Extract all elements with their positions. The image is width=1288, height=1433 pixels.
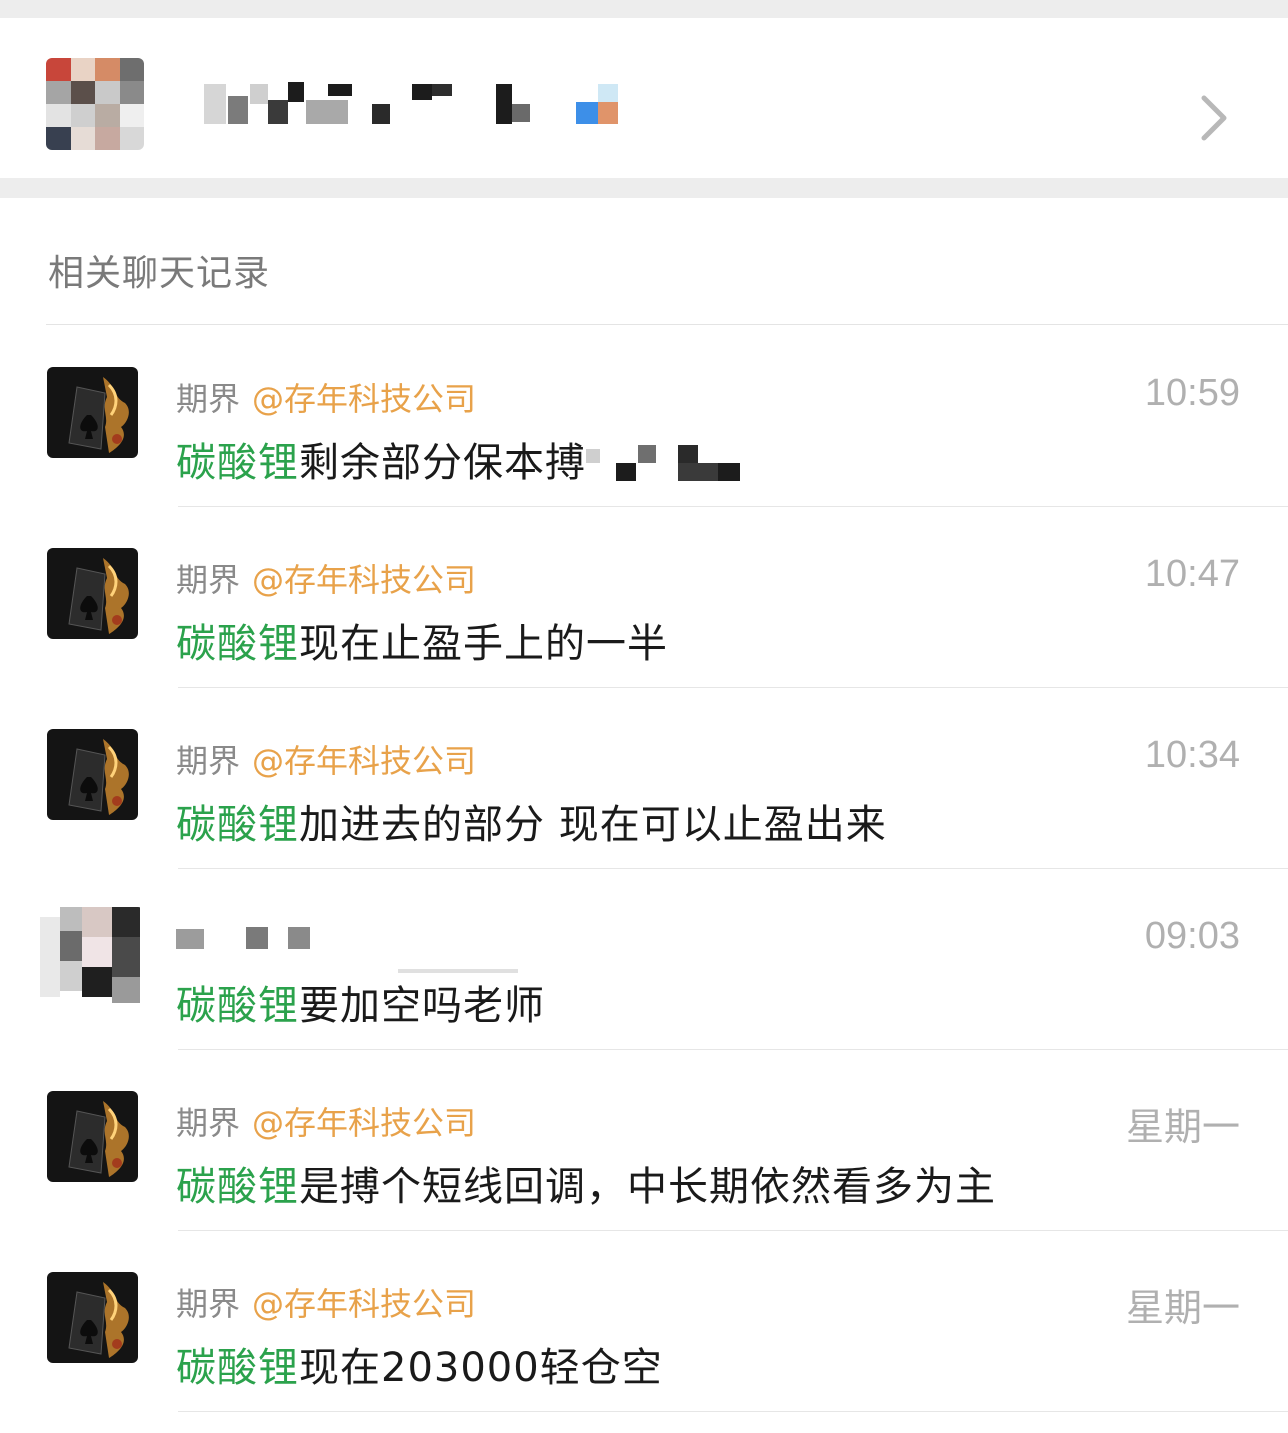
message-time: 10:59 — [1144, 372, 1240, 414]
message-body: 加进去的部分 现在可以止盈出来 — [299, 802, 887, 848]
avatar — [47, 1091, 138, 1182]
spade-ace-avatar-icon — [47, 729, 138, 820]
chevron-right-icon[interactable] — [1196, 94, 1232, 142]
spade-ace-avatar-icon — [47, 367, 138, 458]
mention-text: @存年科技公司 — [252, 561, 477, 599]
chat-record-item[interactable]: 期界 @存年科技公司 星期一碳酸锂是搏个短线回调，中长期依然看多为主 — [0, 1050, 1288, 1231]
highlighted-keyword: 碳酸锂 — [176, 1345, 299, 1391]
sender-line: 期界 @存年科技公司 — [176, 374, 476, 420]
chat-record-item[interactable]: 期界 @存年科技公司 星期一碳酸锂现在203000轻仓空 — [0, 1231, 1288, 1412]
sender-name: 期界 — [176, 561, 241, 599]
chat-record-item[interactable]: 期界 @存年科技公司 10:59 碳酸锂剩余部分保本搏 — [0, 326, 1288, 507]
highlighted-keyword: 碳酸锂 — [176, 1164, 299, 1210]
highlighted-keyword: 碳酸锂 — [176, 621, 299, 667]
spade-ace-avatar-icon — [47, 1091, 138, 1182]
group-header[interactable] — [0, 18, 1288, 178]
message-text: 碳酸锂加进去的部分 现在可以止盈出来 — [176, 792, 887, 850]
sender-line: 期界 @存年科技公司 — [176, 1098, 476, 1144]
mention-text: @存年科技公司 — [252, 742, 477, 780]
mention-text: @存年科技公司 — [252, 1104, 477, 1142]
group-avatar — [46, 58, 144, 150]
message-body: 现在203000轻仓空 — [299, 1345, 663, 1391]
message-text: 碳酸锂要加空吗老师 — [176, 973, 545, 1031]
sender-name: 期界 — [176, 1285, 241, 1323]
chat-record-item[interactable]: 期界 @存年科技公司 10:34 碳酸锂加进去的部分 现在可以止盈出来 — [0, 688, 1288, 869]
sender-line: 期界 @存年科技公司 — [176, 736, 476, 782]
divider — [178, 1411, 1288, 1412]
user-avatar-icon — [40, 907, 140, 1007]
mention-text: @存年科技公司 — [252, 1285, 477, 1323]
mention-text: @存年科技公司 — [252, 380, 477, 418]
message-time: 10:47 — [1144, 553, 1240, 595]
avatar — [47, 729, 138, 820]
highlighted-keyword: 碳酸锂 — [176, 983, 299, 1029]
avatar — [47, 367, 138, 458]
redacted-sender — [176, 921, 536, 973]
message-time: 10:34 — [1144, 734, 1240, 776]
avatar — [47, 1272, 138, 1363]
avatar — [40, 907, 144, 1011]
message-time: 星期一 — [1125, 1288, 1240, 1330]
chat-record-item[interactable]: 期界 @存年科技公司 10:47 碳酸锂现在止盈手上的一半 — [0, 507, 1288, 688]
message-text: 碳酸锂现在203000轻仓空 — [176, 1335, 663, 1393]
message-body: 剩余部分保本搏 — [299, 440, 586, 486]
sender-name: 期界 — [176, 742, 241, 780]
highlighted-keyword: 碳酸锂 — [176, 440, 299, 486]
avatar — [47, 548, 138, 639]
highlighted-keyword: 碳酸锂 — [176, 802, 299, 848]
sender-name: 期界 — [176, 380, 241, 418]
top-gray-band — [0, 0, 1288, 18]
message-body: 要加空吗老师 — [299, 983, 545, 1029]
sender-line: 期界 @存年科技公司 — [176, 1279, 476, 1325]
message-time: 星期一 — [1125, 1107, 1240, 1149]
sender-name: 期界 — [176, 1104, 241, 1142]
sender-line: 期界 @存年科技公司 — [176, 555, 476, 601]
divider — [46, 324, 1288, 325]
group-name-redacted — [188, 80, 628, 128]
chat-record-item[interactable]: 09:03 碳酸锂要加空吗老师 — [0, 869, 1288, 1050]
message-time: 09:03 — [1144, 915, 1240, 957]
message-text: 碳酸锂是搏个短线回调，中长期依然看多为主 — [176, 1154, 996, 1212]
message-text: 碳酸锂现在止盈手上的一半 — [176, 611, 668, 669]
message-text: 碳酸锂剩余部分保本搏 — [176, 430, 746, 488]
section-title: 相关聊天记录 — [48, 253, 271, 294]
spade-ace-avatar-icon — [47, 548, 138, 639]
redacted-text — [586, 445, 746, 485]
section-gray-band — [0, 178, 1288, 198]
message-body: 是搏个短线回调，中长期依然看多为主 — [299, 1164, 996, 1210]
spade-ace-avatar-icon — [47, 1272, 138, 1363]
sender-line — [176, 917, 536, 973]
message-body: 现在止盈手上的一半 — [299, 621, 668, 667]
